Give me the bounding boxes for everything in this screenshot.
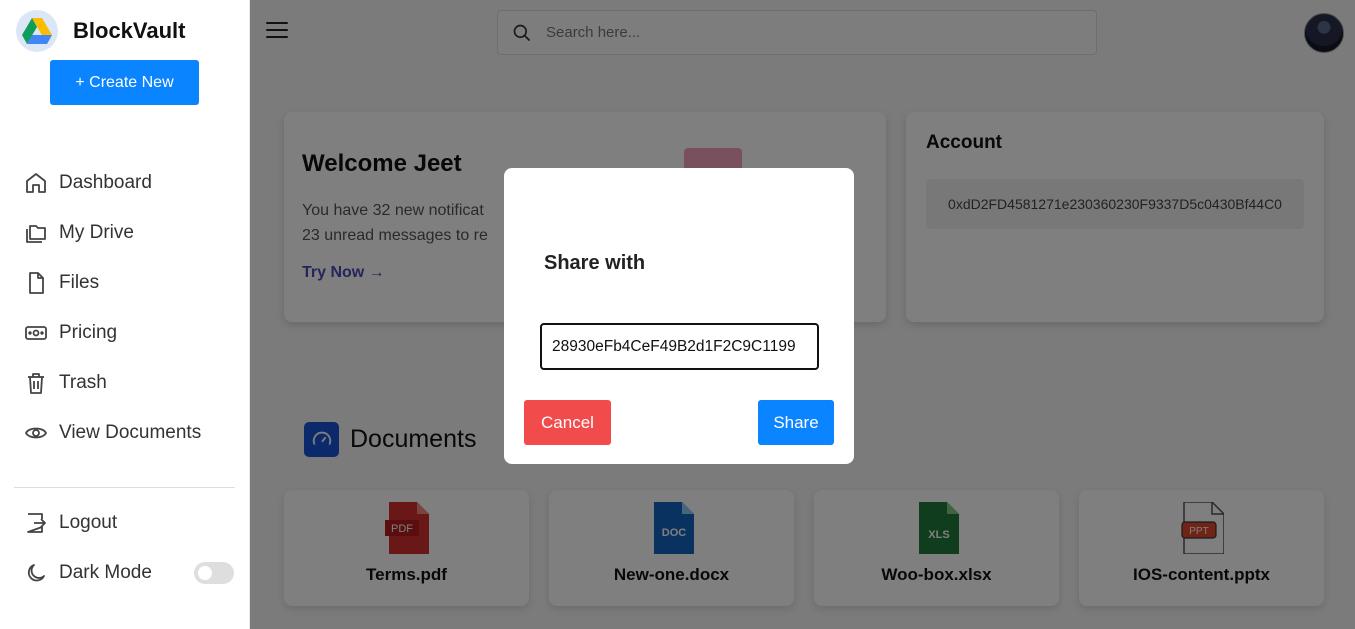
dark-mode-label: Dark Mode: [59, 562, 152, 583]
create-new-button[interactable]: + Create New: [50, 60, 199, 105]
folder-icon: [26, 225, 46, 243]
logout-icon: [27, 513, 46, 533]
sidebar-item-label: Trash: [59, 372, 107, 393]
sidebar-divider: [14, 487, 235, 488]
logout-button[interactable]: Logout: [24, 498, 117, 548]
sidebar-item-my-drive[interactable]: My Drive: [24, 208, 201, 258]
eye-icon: [24, 427, 48, 439]
share-address-input[interactable]: [540, 323, 819, 370]
sidebar-nav: Dashboard My Drive Files Pricing Trash V…: [24, 158, 201, 458]
sidebar: BlockVault + Create New Dashboard My Dri…: [0, 0, 250, 629]
sidebar-item-label: Files: [59, 272, 100, 293]
moon-icon: [27, 564, 45, 582]
sidebar-item-dashboard[interactable]: Dashboard: [24, 158, 201, 208]
toggle-knob: [198, 566, 212, 580]
sidebar-item-pricing[interactable]: Pricing: [24, 308, 201, 358]
share-dialog: Share with Cancel Share: [504, 168, 854, 464]
sidebar-item-label: My Drive: [59, 222, 134, 243]
share-dialog-title: Share with: [544, 252, 646, 274]
file-icon: [29, 272, 44, 294]
home-icon: [26, 173, 46, 193]
logout-label: Logout: [59, 512, 118, 533]
sidebar-item-files[interactable]: Files: [24, 258, 201, 308]
sidebar-item-trash[interactable]: Trash: [24, 358, 201, 408]
dark-mode-toggle[interactable]: [194, 562, 234, 584]
brand[interactable]: BlockVault: [16, 10, 185, 52]
share-button[interactable]: Share: [758, 400, 834, 445]
google-drive-logo-icon: [16, 10, 58, 52]
sidebar-item-view-documents[interactable]: View Documents: [24, 408, 201, 458]
app-name: BlockVault: [73, 18, 186, 43]
sidebar-item-label: Dashboard: [59, 172, 152, 193]
dark-mode-row: Dark Mode: [24, 548, 234, 598]
cancel-button[interactable]: Cancel: [524, 400, 611, 445]
sidebar-item-label: View Documents: [59, 422, 202, 443]
money-icon: [25, 326, 47, 340]
sidebar-item-label: Pricing: [59, 322, 118, 343]
trash-icon: [28, 373, 44, 394]
